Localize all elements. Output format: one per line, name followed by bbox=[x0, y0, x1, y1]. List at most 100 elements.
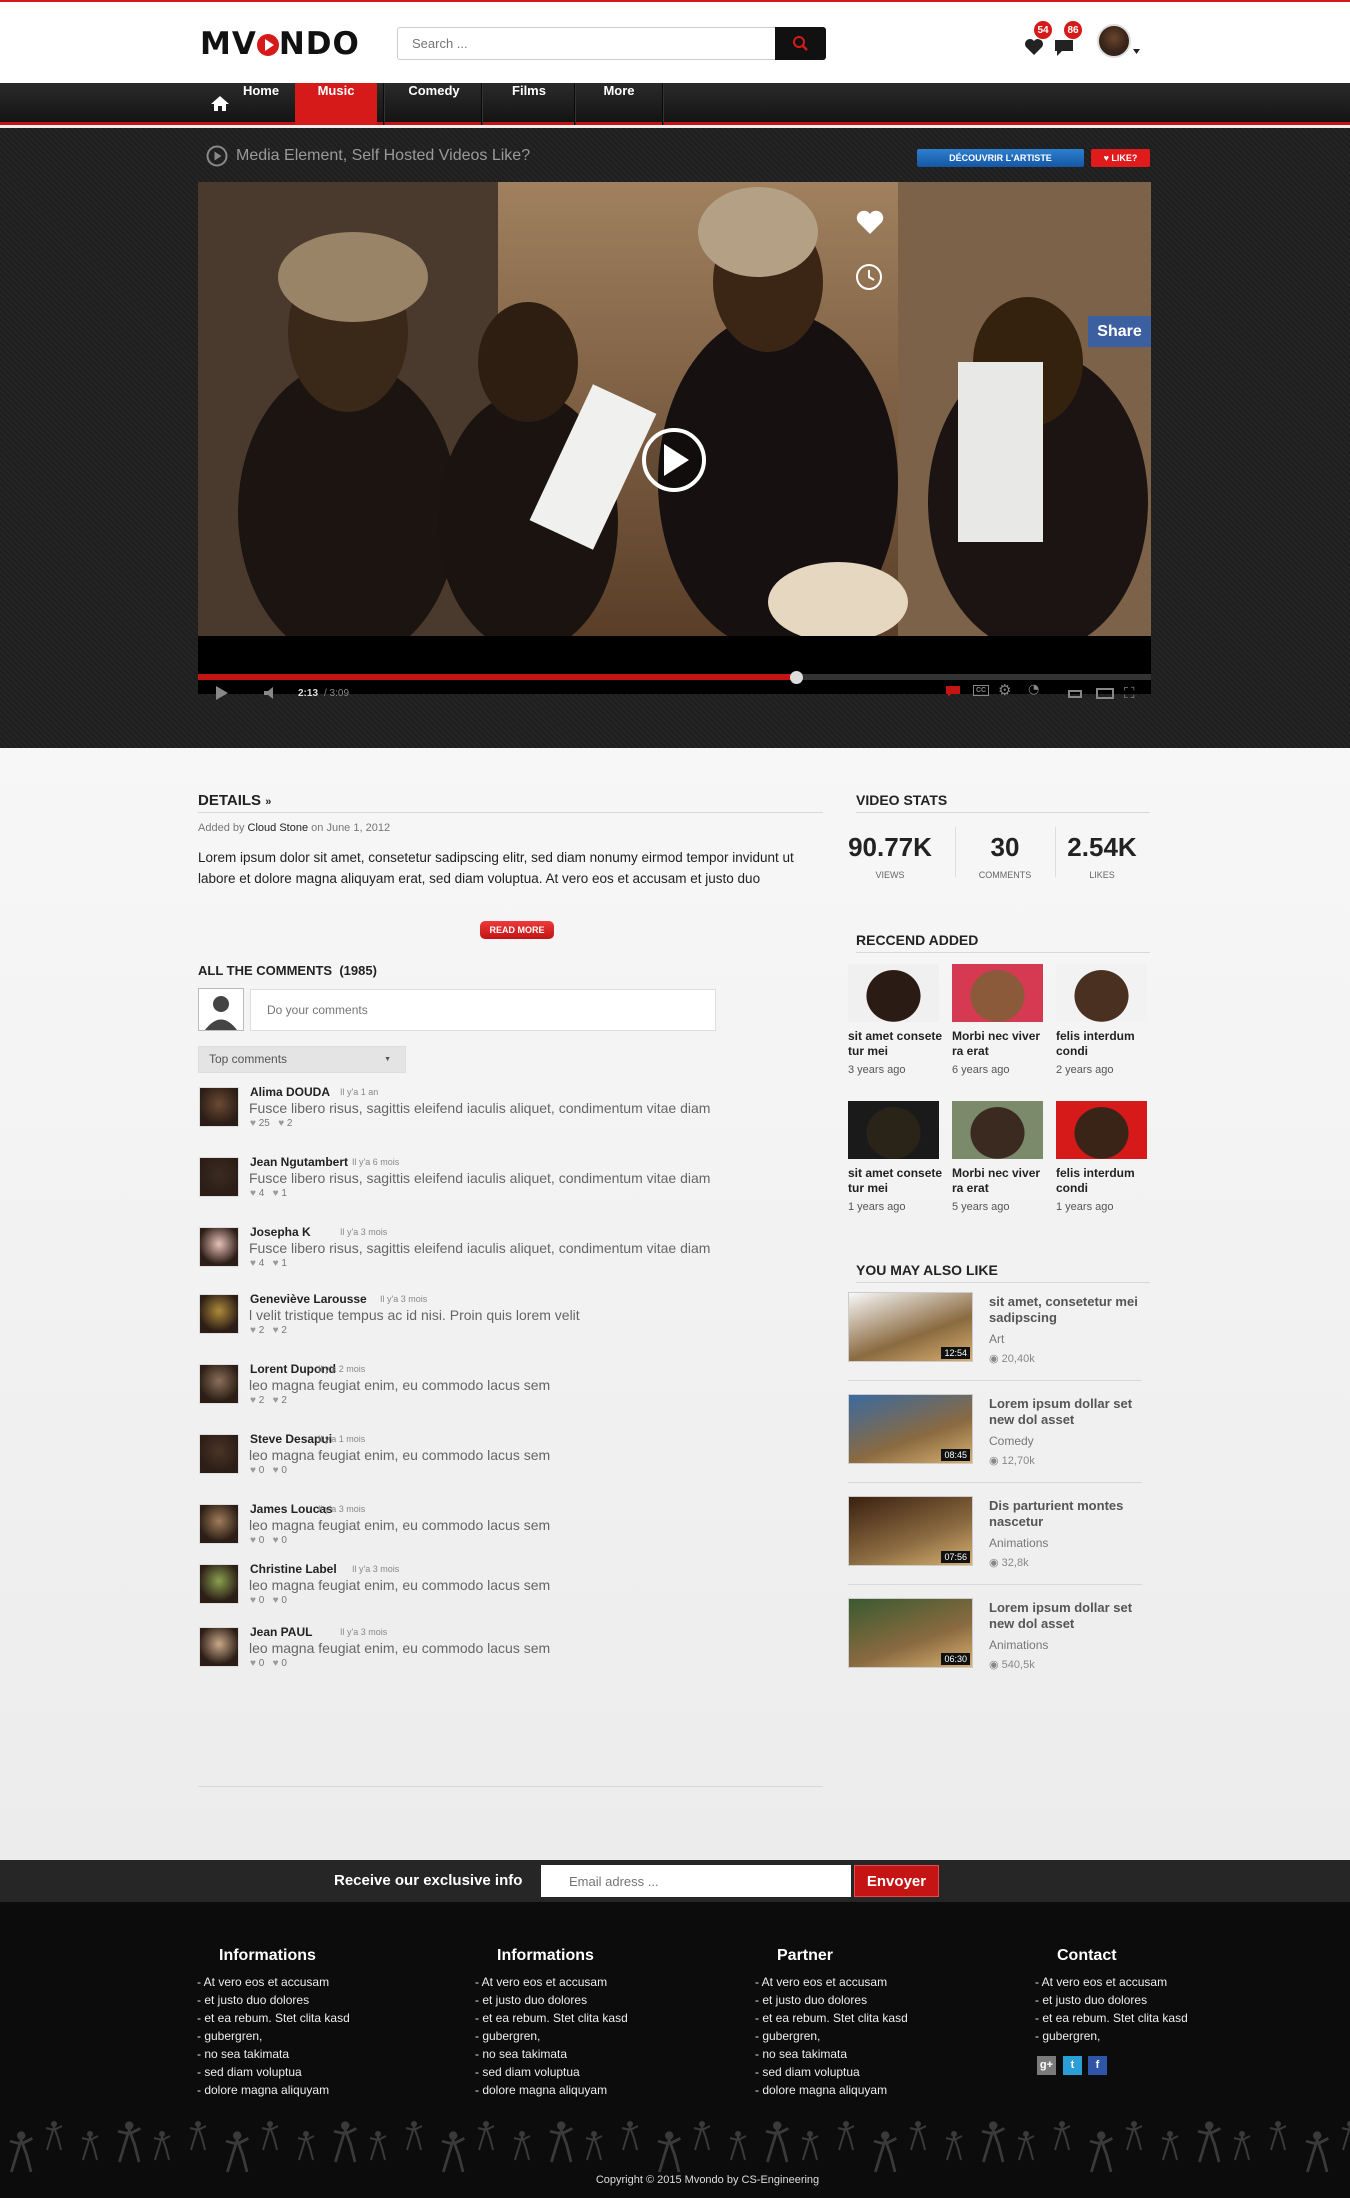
discover-artist-button[interactable]: DÉCOUVRIR L'ARTISTE bbox=[917, 149, 1084, 167]
also-like-title[interactable]: Lorem ipsum dollar set new dol asset bbox=[989, 1600, 1139, 1632]
play-icon[interactable] bbox=[216, 686, 228, 700]
nav-films[interactable]: Films bbox=[488, 83, 570, 125]
chat-icon[interactable] bbox=[1053, 38, 1075, 58]
footer-link[interactable]: - sed diam voluptua bbox=[475, 2065, 580, 2079]
thumb-down-icon[interactable]: ♥ bbox=[273, 1188, 279, 1199]
footer-link[interactable]: - dolore magna aliquyam bbox=[197, 2083, 329, 2097]
fullscreen-icon[interactable]: ⛶ bbox=[1124, 684, 1135, 702]
footer-link[interactable]: - et justo duo dolores bbox=[1035, 1993, 1147, 2007]
heart-outline-icon[interactable] bbox=[855, 210, 885, 236]
recent-thumbnail[interactable] bbox=[1056, 1101, 1147, 1159]
small-screen-icon[interactable] bbox=[1068, 690, 1082, 698]
footer-link[interactable]: - no sea takimata bbox=[197, 2047, 289, 2061]
recent-title[interactable]: Morbi nec viver ra erat bbox=[952, 1166, 1052, 1196]
footer-link[interactable]: - gubergren, bbox=[197, 2029, 262, 2043]
comment-avatar[interactable] bbox=[199, 1157, 239, 1197]
comment-author[interactable]: Jean Ngutambert bbox=[250, 1155, 348, 1169]
also-like-title[interactable]: sit amet, consetetur mei sadipscing bbox=[989, 1294, 1139, 1326]
recent-thumbnail[interactable] bbox=[952, 1101, 1043, 1159]
comment-author[interactable]: Josepha K bbox=[250, 1225, 311, 1239]
also-like-thumbnail[interactable]: 07:56 bbox=[848, 1496, 973, 1566]
comment-avatar[interactable] bbox=[199, 1504, 239, 1544]
comment-sort-select[interactable]: Top comments ▼ bbox=[198, 1046, 406, 1073]
clock-icon[interactable] bbox=[854, 262, 884, 292]
thumb-down-icon[interactable]: ♥ bbox=[273, 1395, 279, 1406]
footer-link[interactable]: - sed diam voluptua bbox=[197, 2065, 302, 2079]
footer-link[interactable]: - no sea takimata bbox=[475, 2047, 567, 2061]
comment-avatar[interactable] bbox=[199, 1627, 239, 1667]
recent-title[interactable]: felis interdum condi bbox=[1056, 1166, 1156, 1196]
details-heading[interactable]: DETAILS » bbox=[198, 792, 271, 809]
thumb-down-icon[interactable]: ♥ bbox=[273, 1658, 279, 1669]
search-button[interactable] bbox=[775, 27, 826, 60]
footer-link[interactable]: - et justo duo dolores bbox=[197, 1993, 309, 2007]
nav-more[interactable]: More bbox=[580, 83, 658, 125]
comment-author[interactable]: Christine Label bbox=[250, 1562, 337, 1576]
recent-title[interactable]: sit amet consete tur mei bbox=[848, 1029, 948, 1059]
footer-link[interactable]: - et ea rebum. Stet clita kasd bbox=[1035, 2011, 1188, 2025]
thumb-up-icon[interactable]: ♥ bbox=[250, 1535, 256, 1546]
newsletter-submit-button[interactable]: Envoyer bbox=[854, 1865, 939, 1897]
author-link[interactable]: Cloud Stone bbox=[248, 822, 309, 834]
thumb-up-icon[interactable]: ♥ bbox=[250, 1395, 256, 1406]
nav-comedy[interactable]: Comedy bbox=[390, 83, 478, 125]
thumb-up-icon[interactable]: ♥ bbox=[250, 1325, 256, 1336]
recent-title[interactable]: Morbi nec viver ra erat bbox=[952, 1029, 1052, 1059]
footer-link[interactable]: - et ea rebum. Stet clita kasd bbox=[755, 2011, 908, 2025]
twitter-icon[interactable]: t bbox=[1063, 2056, 1082, 2075]
footer-link[interactable]: - At vero eos et accusam bbox=[1035, 1975, 1167, 1989]
footer-link[interactable]: - At vero eos et accusam bbox=[197, 1975, 329, 1989]
progress-handle[interactable] bbox=[790, 671, 804, 684]
comment-author[interactable]: Jean PAUL bbox=[250, 1625, 312, 1639]
recent-title[interactable]: felis interdum condi bbox=[1056, 1029, 1156, 1059]
footer-link[interactable]: - At vero eos et accusam bbox=[755, 1975, 887, 1989]
video-frame[interactable] bbox=[198, 182, 1151, 636]
also-like-thumbnail[interactable]: 06:30 bbox=[848, 1598, 973, 1668]
thumb-down-icon[interactable]: ♥ bbox=[273, 1258, 279, 1269]
heart-notification-icon[interactable] bbox=[1024, 38, 1044, 56]
footer-link[interactable]: - et justo duo dolores bbox=[475, 1993, 587, 2007]
thumb-down-icon[interactable]: ♥ bbox=[273, 1535, 279, 1546]
thumb-up-icon[interactable]: ♥ bbox=[250, 1118, 256, 1129]
search-input[interactable] bbox=[397, 27, 776, 60]
footer-link[interactable]: - At vero eos et accusam bbox=[475, 1975, 607, 1989]
footer-link[interactable]: - et ea rebum. Stet clita kasd bbox=[197, 2011, 350, 2025]
also-like-title[interactable]: Dis parturient montes nascetur bbox=[989, 1498, 1139, 1530]
thumb-up-icon[interactable]: ♥ bbox=[250, 1465, 256, 1476]
chevron-down-icon[interactable] bbox=[1133, 49, 1140, 54]
thumb-down-icon[interactable]: ♥ bbox=[273, 1595, 279, 1606]
footer-link[interactable]: - dolore magna aliquyam bbox=[475, 2083, 607, 2097]
comment-avatar[interactable] bbox=[199, 1227, 239, 1267]
thumb-down-icon[interactable]: ♥ bbox=[273, 1465, 279, 1476]
recent-title[interactable]: sit amet consete tur mei bbox=[848, 1166, 948, 1196]
clock-small-icon[interactable]: ◔ bbox=[1028, 682, 1039, 697]
cc-icon[interactable]: CC bbox=[973, 685, 989, 696]
footer-link[interactable]: - gubergren, bbox=[755, 2029, 820, 2043]
footer-link[interactable]: - et ea rebum. Stet clita kasd bbox=[475, 2011, 628, 2025]
comment-avatar[interactable] bbox=[199, 1087, 239, 1127]
comment-author[interactable]: Alima DOUDA bbox=[250, 1085, 330, 1099]
comment-author[interactable]: Geneviève Larousse bbox=[250, 1292, 367, 1306]
newsletter-email-input[interactable] bbox=[541, 1865, 851, 1897]
footer-link[interactable]: - et justo duo dolores bbox=[755, 1993, 867, 2007]
footer-link[interactable]: - dolore magna aliquyam bbox=[755, 2083, 887, 2097]
comment-avatar[interactable] bbox=[199, 1294, 239, 1334]
large-screen-icon[interactable] bbox=[1096, 688, 1114, 699]
also-like-thumbnail[interactable]: 12:54 bbox=[848, 1292, 973, 1362]
also-like-title[interactable]: Lorem ipsum dollar set new dol asset bbox=[989, 1396, 1139, 1428]
recent-thumbnail[interactable] bbox=[952, 964, 1043, 1022]
nav-home[interactable]: Home bbox=[235, 83, 287, 125]
user-avatar[interactable] bbox=[1097, 24, 1131, 58]
google-plus-icon[interactable]: g+ bbox=[1037, 2056, 1056, 2075]
comment-icon[interactable] bbox=[946, 686, 960, 698]
also-like-thumbnail[interactable]: 08:45 bbox=[848, 1394, 973, 1464]
logo[interactable]: MV NDO bbox=[200, 26, 360, 62]
thumb-up-icon[interactable]: ♥ bbox=[250, 1188, 256, 1199]
thumb-down-icon[interactable]: ♥ bbox=[273, 1325, 279, 1336]
volume-icon[interactable] bbox=[264, 687, 280, 699]
thumb-down-icon[interactable]: ♥ bbox=[278, 1118, 284, 1129]
footer-link[interactable]: - gubergren, bbox=[1035, 2029, 1100, 2043]
settings-icon[interactable]: ⚙ bbox=[998, 681, 1011, 699]
thumb-up-icon[interactable]: ♥ bbox=[250, 1258, 256, 1269]
read-more-button[interactable]: READ MORE bbox=[480, 921, 554, 939]
